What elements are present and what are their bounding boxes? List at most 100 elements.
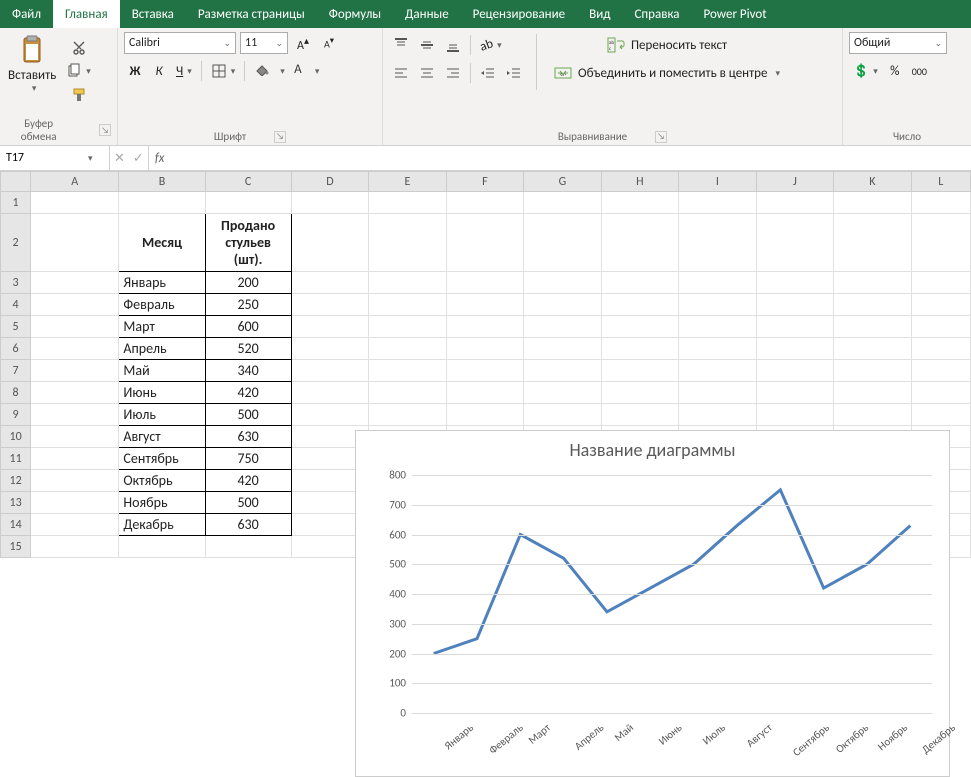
decrease-indent-button[interactable] <box>476 62 500 84</box>
cell[interactable] <box>291 360 369 382</box>
cell[interactable]: Октябрь <box>119 470 205 492</box>
cell[interactable]: Июль <box>119 404 205 426</box>
cell[interactable] <box>31 360 119 382</box>
cell[interactable] <box>601 214 679 272</box>
cell[interactable] <box>601 382 679 404</box>
cell[interactable] <box>31 316 119 338</box>
fx-button[interactable]: fx <box>149 146 171 170</box>
row-header[interactable]: 2 <box>1 214 31 272</box>
cell[interactable]: Август <box>119 426 205 448</box>
cell[interactable] <box>205 192 291 214</box>
tab-data[interactable]: Данные <box>393 0 461 28</box>
cell[interactable] <box>446 316 524 338</box>
cell[interactable] <box>834 214 912 272</box>
cell[interactable] <box>369 272 447 294</box>
row-header[interactable]: 13 <box>1 492 31 514</box>
cell[interactable] <box>601 316 679 338</box>
cell[interactable] <box>205 536 291 558</box>
cell[interactable]: Июнь <box>119 382 205 404</box>
align-right-button[interactable] <box>441 62 465 84</box>
tab-formulas[interactable]: Формулы <box>317 0 393 28</box>
col-K[interactable]: K <box>834 172 912 192</box>
cell[interactable] <box>911 214 970 272</box>
cell[interactable]: 630 <box>205 426 291 448</box>
percent-format-button[interactable]: % <box>884 60 906 82</box>
col-A[interactable]: A <box>31 172 119 192</box>
cell[interactable] <box>911 404 970 426</box>
align-middle-button[interactable] <box>415 34 439 56</box>
fill-color-button[interactable] <box>250 60 274 82</box>
cancel-formula-button[interactable]: ✕ <box>114 151 125 166</box>
cell[interactable] <box>679 382 757 404</box>
cell[interactable] <box>369 360 447 382</box>
font-color-button[interactable]: A <box>287 60 309 82</box>
col-H[interactable]: H <box>601 172 679 192</box>
italic-button[interactable]: К <box>148 60 170 82</box>
tab-review[interactable]: Рецензирование <box>461 0 577 28</box>
row-header[interactable]: 7 <box>1 360 31 382</box>
cell[interactable]: 420 <box>205 470 291 492</box>
number-format-select[interactable]: Общий ⌄ <box>849 32 947 54</box>
cell[interactable]: Декабрь <box>119 514 205 536</box>
cell[interactable] <box>834 316 912 338</box>
alignment-dialog-launcher[interactable]: ↘ <box>655 131 667 143</box>
cell[interactable] <box>524 360 602 382</box>
tab-help[interactable]: Справка <box>622 0 691 28</box>
cell[interactable] <box>601 338 679 360</box>
cell[interactable] <box>679 214 757 272</box>
col-C[interactable]: C <box>205 172 291 192</box>
cell[interactable] <box>31 272 119 294</box>
col-F[interactable]: F <box>446 172 524 192</box>
cell[interactable] <box>524 294 602 316</box>
cell[interactable] <box>524 192 602 214</box>
cell[interactable] <box>679 272 757 294</box>
row-header[interactable]: 11 <box>1 448 31 470</box>
row-header[interactable]: 4 <box>1 294 31 316</box>
cell[interactable] <box>601 192 679 214</box>
cell[interactable] <box>369 338 447 360</box>
cell[interactable] <box>834 294 912 316</box>
cell[interactable] <box>834 338 912 360</box>
cell[interactable] <box>911 192 970 214</box>
cell[interactable] <box>446 192 524 214</box>
cell[interactable] <box>446 404 524 426</box>
cell[interactable] <box>756 404 834 426</box>
cell[interactable]: 250 <box>205 294 291 316</box>
row-header[interactable]: 8 <box>1 382 31 404</box>
cell[interactable]: Апрель <box>119 338 205 360</box>
cell[interactable]: 600 <box>205 316 291 338</box>
cell[interactable] <box>601 360 679 382</box>
cell[interactable] <box>679 192 757 214</box>
cell[interactable] <box>601 294 679 316</box>
cell[interactable] <box>911 360 970 382</box>
cell[interactable] <box>291 404 369 426</box>
cell[interactable] <box>911 316 970 338</box>
cell[interactable] <box>524 404 602 426</box>
cell[interactable]: Март <box>119 316 205 338</box>
row-header[interactable]: 15 <box>1 536 31 558</box>
cell[interactable]: Январь <box>119 272 205 294</box>
cell[interactable] <box>31 426 119 448</box>
cell[interactable] <box>756 382 834 404</box>
comma-format-button[interactable]: 000 <box>908 60 931 82</box>
bold-button[interactable]: Ж <box>124 60 146 82</box>
select-all-cell[interactable] <box>1 172 31 192</box>
name-box[interactable]: ▾ <box>0 146 110 170</box>
cell[interactable] <box>834 272 912 294</box>
align-top-button[interactable] <box>389 34 413 56</box>
col-E[interactable]: E <box>369 172 447 192</box>
accept-formula-button[interactable]: ✓ <box>133 151 144 166</box>
col-B[interactable]: B <box>119 172 205 192</box>
cell[interactable] <box>446 214 524 272</box>
col-L[interactable]: L <box>911 172 970 192</box>
increase-indent-button[interactable] <box>502 62 526 84</box>
cell[interactable] <box>291 294 369 316</box>
cell[interactable] <box>756 294 834 316</box>
cell[interactable] <box>911 338 970 360</box>
cell[interactable] <box>911 294 970 316</box>
cell[interactable] <box>291 382 369 404</box>
row-header[interactable]: 1 <box>1 192 31 214</box>
cell[interactable]: 520 <box>205 338 291 360</box>
cell[interactable] <box>756 214 834 272</box>
cell[interactable] <box>911 382 970 404</box>
